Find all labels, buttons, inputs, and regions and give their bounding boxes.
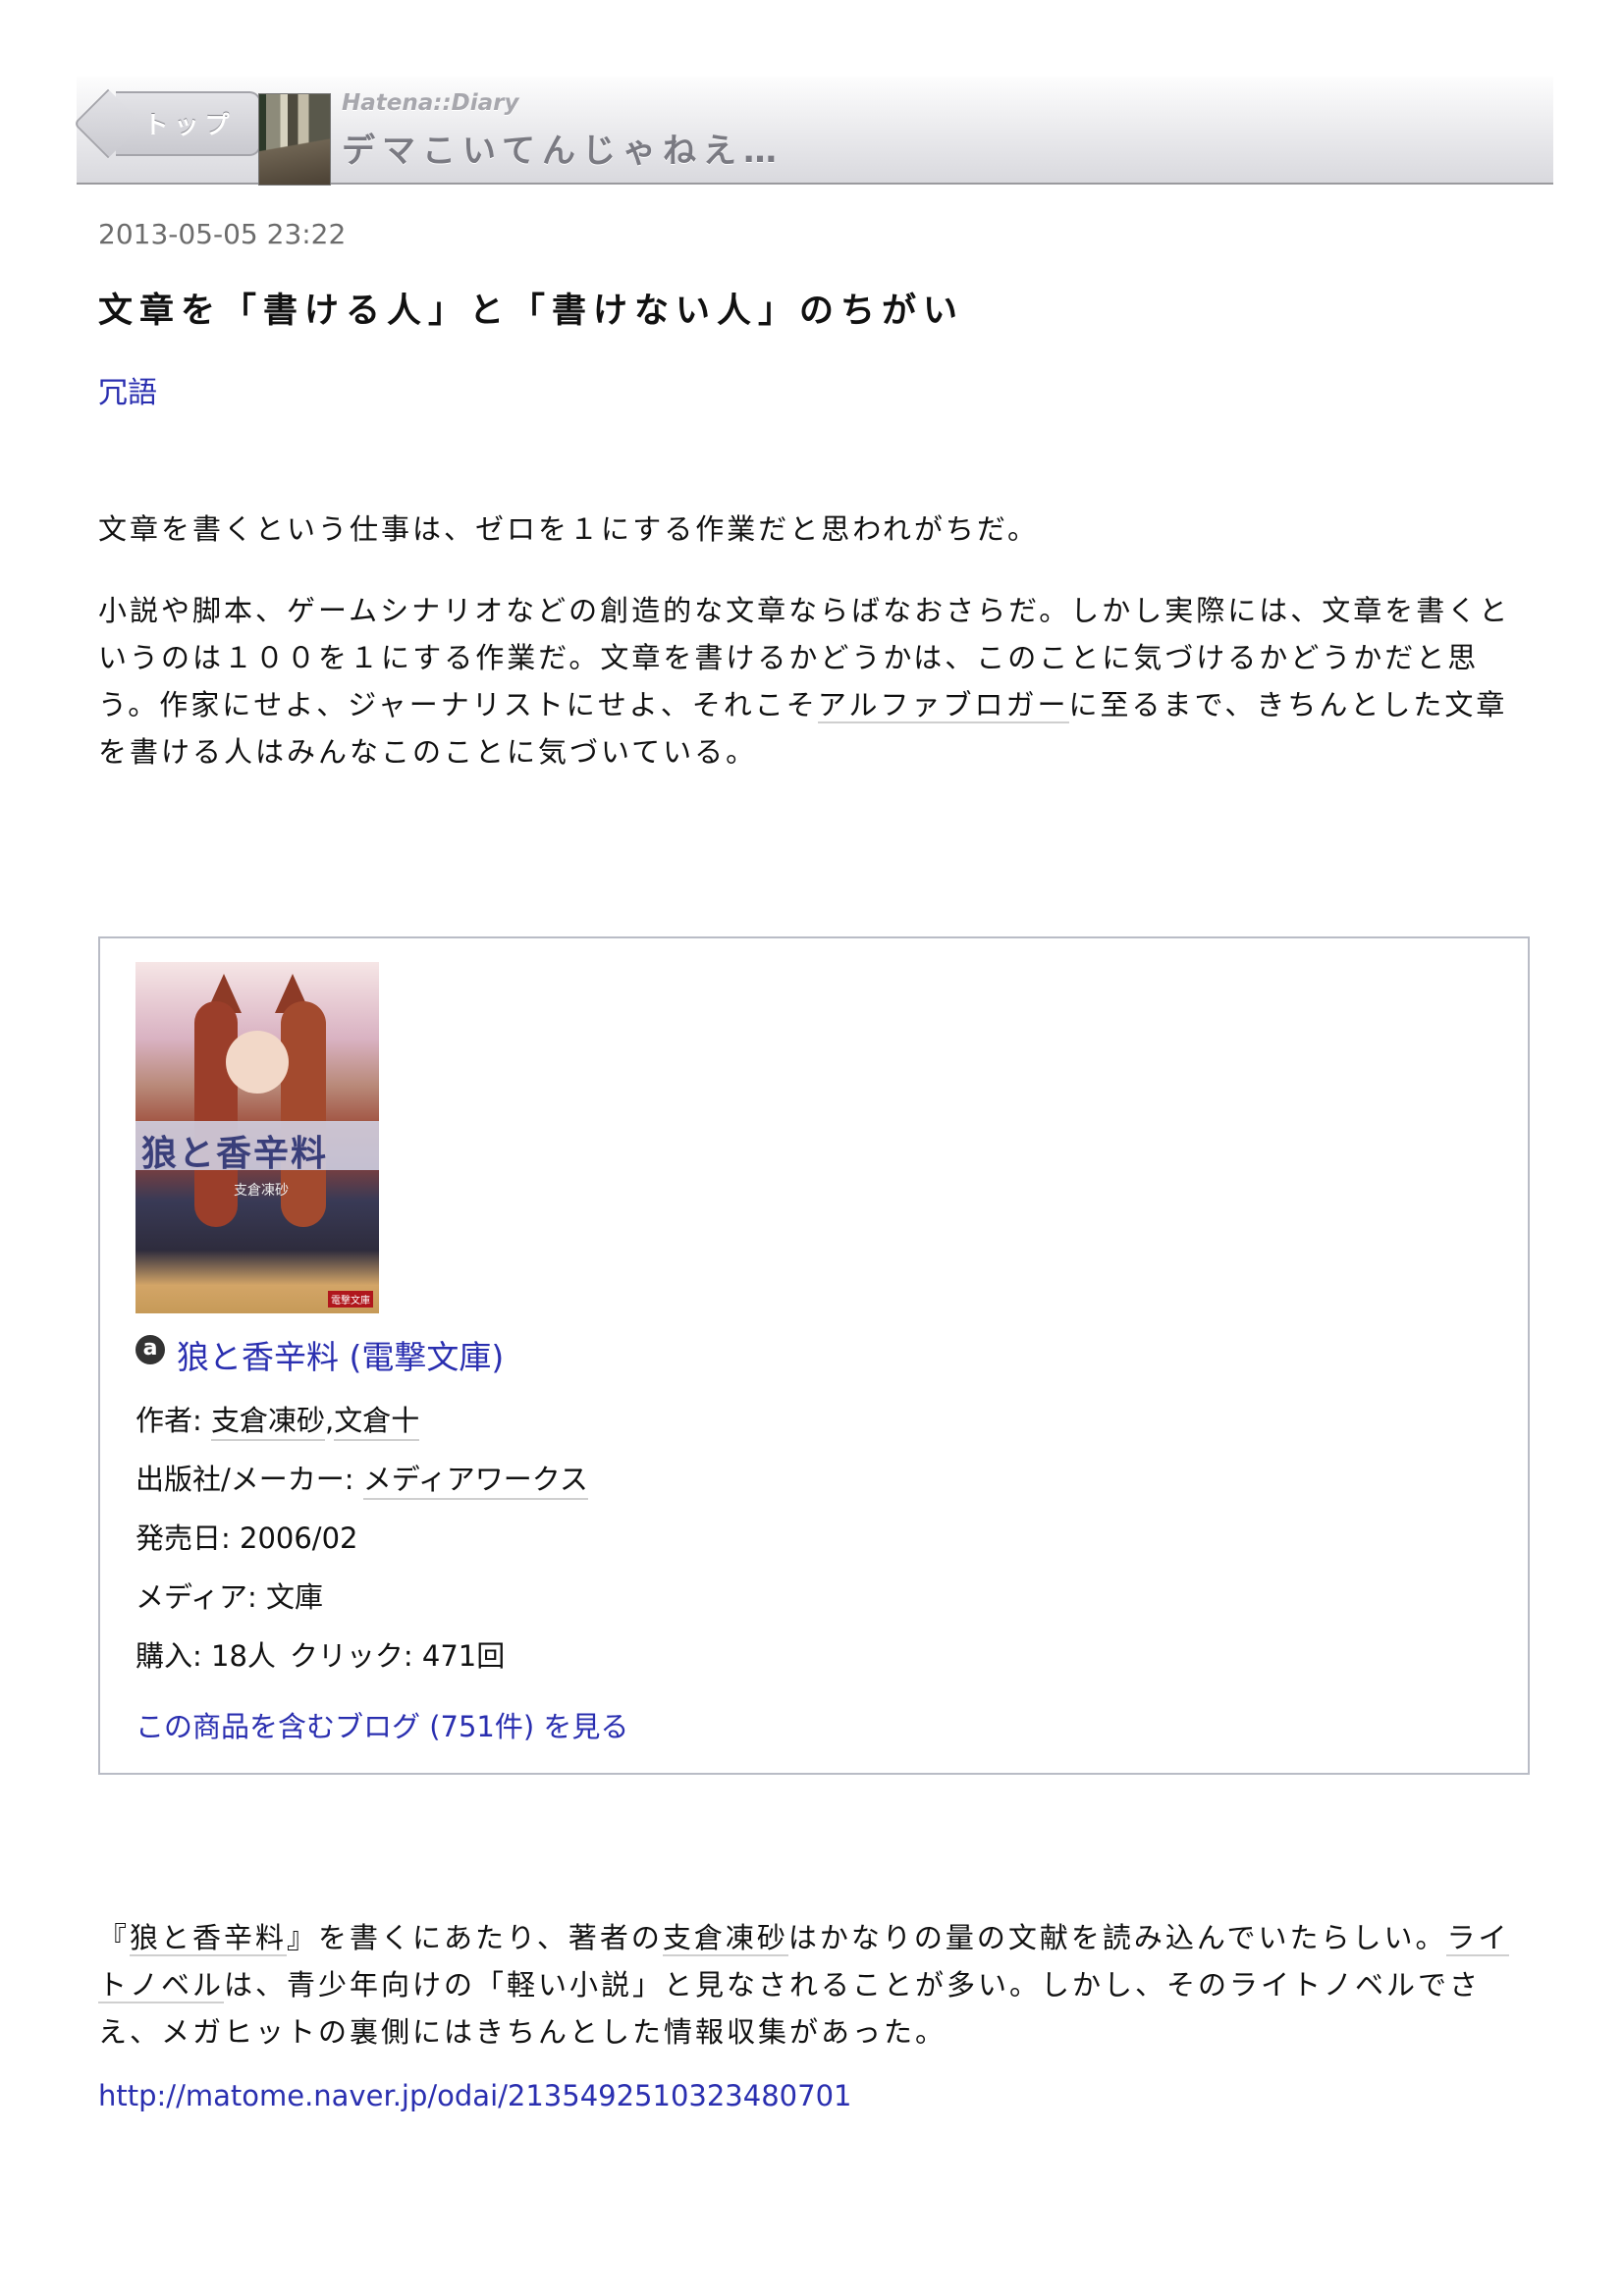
related-blogs-link[interactable]: この商品を含むブログ (751件) を見る [135,1704,628,1745]
amazon-product-box: 狼と香辛料 支倉凍砂 電撃文庫 a 狼と香辛料 (電撃文庫) 作者: 支倉凍砂,… [98,936,1530,1775]
paragraph-3-open-bracket: 『 [98,1921,131,1954]
purchase-label: 購入: [135,1639,211,1673]
paragraph-3-text-c: は、青少年向けの「軽い小説」と見なされることが多い。しかし、そのライトノベルでさ… [98,1968,1482,2049]
product-release-row: 発売日: 2006/02 [135,1516,357,1557]
book-cover-image[interactable]: 狼と香辛料 支倉凍砂 電撃文庫 [135,962,379,1313]
paragraph-3-text-b: はかなりの量の文献を読み込んでいたらしい。 [787,1921,1447,1954]
header-bar: トップ Hatena::Diary デマこいてんじゃねえ… [77,77,1553,186]
cover-title-text: 狼と香辛料 [141,1134,329,1174]
product-stats-row: 購入: 18人 クリック: 471回 [135,1633,505,1675]
category-link[interactable]: 冗語 [98,368,157,411]
click-value: 471回 [421,1639,506,1673]
publisher-link[interactable]: メディアワークス [362,1463,588,1500]
publisher-label: 出版社/メーカー: [135,1463,363,1496]
author-separator: , [325,1404,335,1437]
avatar[interactable] [258,93,331,186]
diary-title[interactable]: デマこいてんじゃねえ… [342,124,784,172]
product-author-row: 作者: 支倉凍砂,文倉十 [135,1398,420,1441]
top-back-button[interactable]: トップ [116,91,261,156]
cover-art-face [226,1031,289,1094]
paragraph-1: 文章を書くという仕事は、ゼロを１にする作業だと思われがちだ。 [98,512,1039,546]
keyword-book-link[interactable]: 狼と香辛料 [130,1921,288,1956]
top-back-label: トップ [143,111,236,139]
paragraph-3-text-a: 』を書くにあたり、著者の [287,1921,663,1954]
media-label: メディア: [135,1580,266,1614]
amazon-icon: a [135,1335,165,1364]
author-link-1[interactable]: 支倉凍砂 [211,1404,326,1441]
paragraph-2: 小説や脚本、ゲームシナリオなどの創造的な文章ならばなおさらだ。しかし実際には、文… [98,587,1517,775]
source-url-link[interactable]: http://matome.naver.jp/odai/213549251032… [98,2079,851,2112]
author-link-2[interactable]: 文倉十 [334,1404,420,1441]
cover-author-text: 支倉凍砂 [234,1183,289,1199]
cover-label-text: 電撃文庫 [328,1291,373,1308]
product-title-link[interactable]: 狼と香辛料 (電撃文庫) [177,1331,504,1378]
post-title: 文章を「書ける人」と「書けない人」のちがい [98,292,965,331]
purchase-value: 18人 [211,1639,276,1673]
paragraph-3: 『狼と香辛料』を書くにあたり、著者の支倉凍砂はかなりの量の文献を読み込んでいたら… [98,1914,1517,2056]
author-label: 作者: [135,1404,211,1437]
release-value: 2006/02 [240,1522,358,1555]
post-timestamp: 2013-05-05 23:22 [98,218,347,250]
keyword-author-link[interactable]: 支倉凍砂 [662,1921,788,1956]
product-media-row: メディア: 文庫 [135,1575,323,1616]
click-label: クリック: [289,1639,422,1673]
product-publisher-row: 出版社/メーカー: メディアワークス [135,1457,588,1500]
brand-label: Hatena::Diary [342,90,519,116]
media-value: 文庫 [265,1580,323,1614]
keyword-alphablogger-link[interactable]: アルファブロガー [817,688,1069,723]
release-label: 発売日: [135,1522,240,1555]
cover-art-hair-left [194,1001,238,1227]
